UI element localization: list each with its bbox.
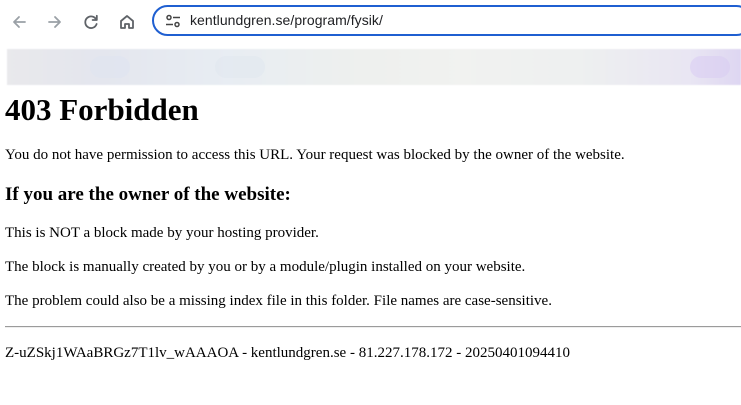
request-id-footer: Z-uZSkj1WAaBRGz7T1lv_wAAAOA - kentlundgr… (5, 345, 570, 361)
page-title: 403 Forbidden (5, 92, 199, 127)
intro-text: You do not have permission to access thi… (5, 147, 625, 163)
owner-line: This is NOT a block made by your hosting… (5, 225, 319, 241)
owner-line: The block is manually created by you or … (5, 259, 526, 275)
blurred-bookmark (215, 56, 265, 78)
url-text: kentlundgren.se/program/fysik/ (190, 12, 383, 28)
owner-line: The problem could also be a missing inde… (5, 293, 552, 309)
arrow-left-icon (13, 16, 26, 28)
blurred-bookmark (90, 56, 130, 78)
home-icon (120, 15, 134, 29)
address-bar[interactable]: kentlundgren.se/program/fysik/ (152, 5, 741, 36)
site-info-button[interactable] (164, 13, 182, 29)
divider (5, 326, 741, 328)
arrow-right-icon (48, 16, 61, 28)
reload-icon (84, 14, 98, 29)
forward-button[interactable] (41, 8, 69, 36)
browser-toolbar: kentlundgren.se/program/fysik/ (0, 0, 741, 46)
tune-icon (166, 14, 180, 28)
home-button[interactable] (113, 8, 141, 36)
back-button[interactable] (5, 8, 33, 36)
owner-heading: If you are the owner of the website: (5, 184, 291, 205)
blurred-bookmark (690, 56, 730, 78)
reload-button[interactable] (77, 8, 105, 36)
